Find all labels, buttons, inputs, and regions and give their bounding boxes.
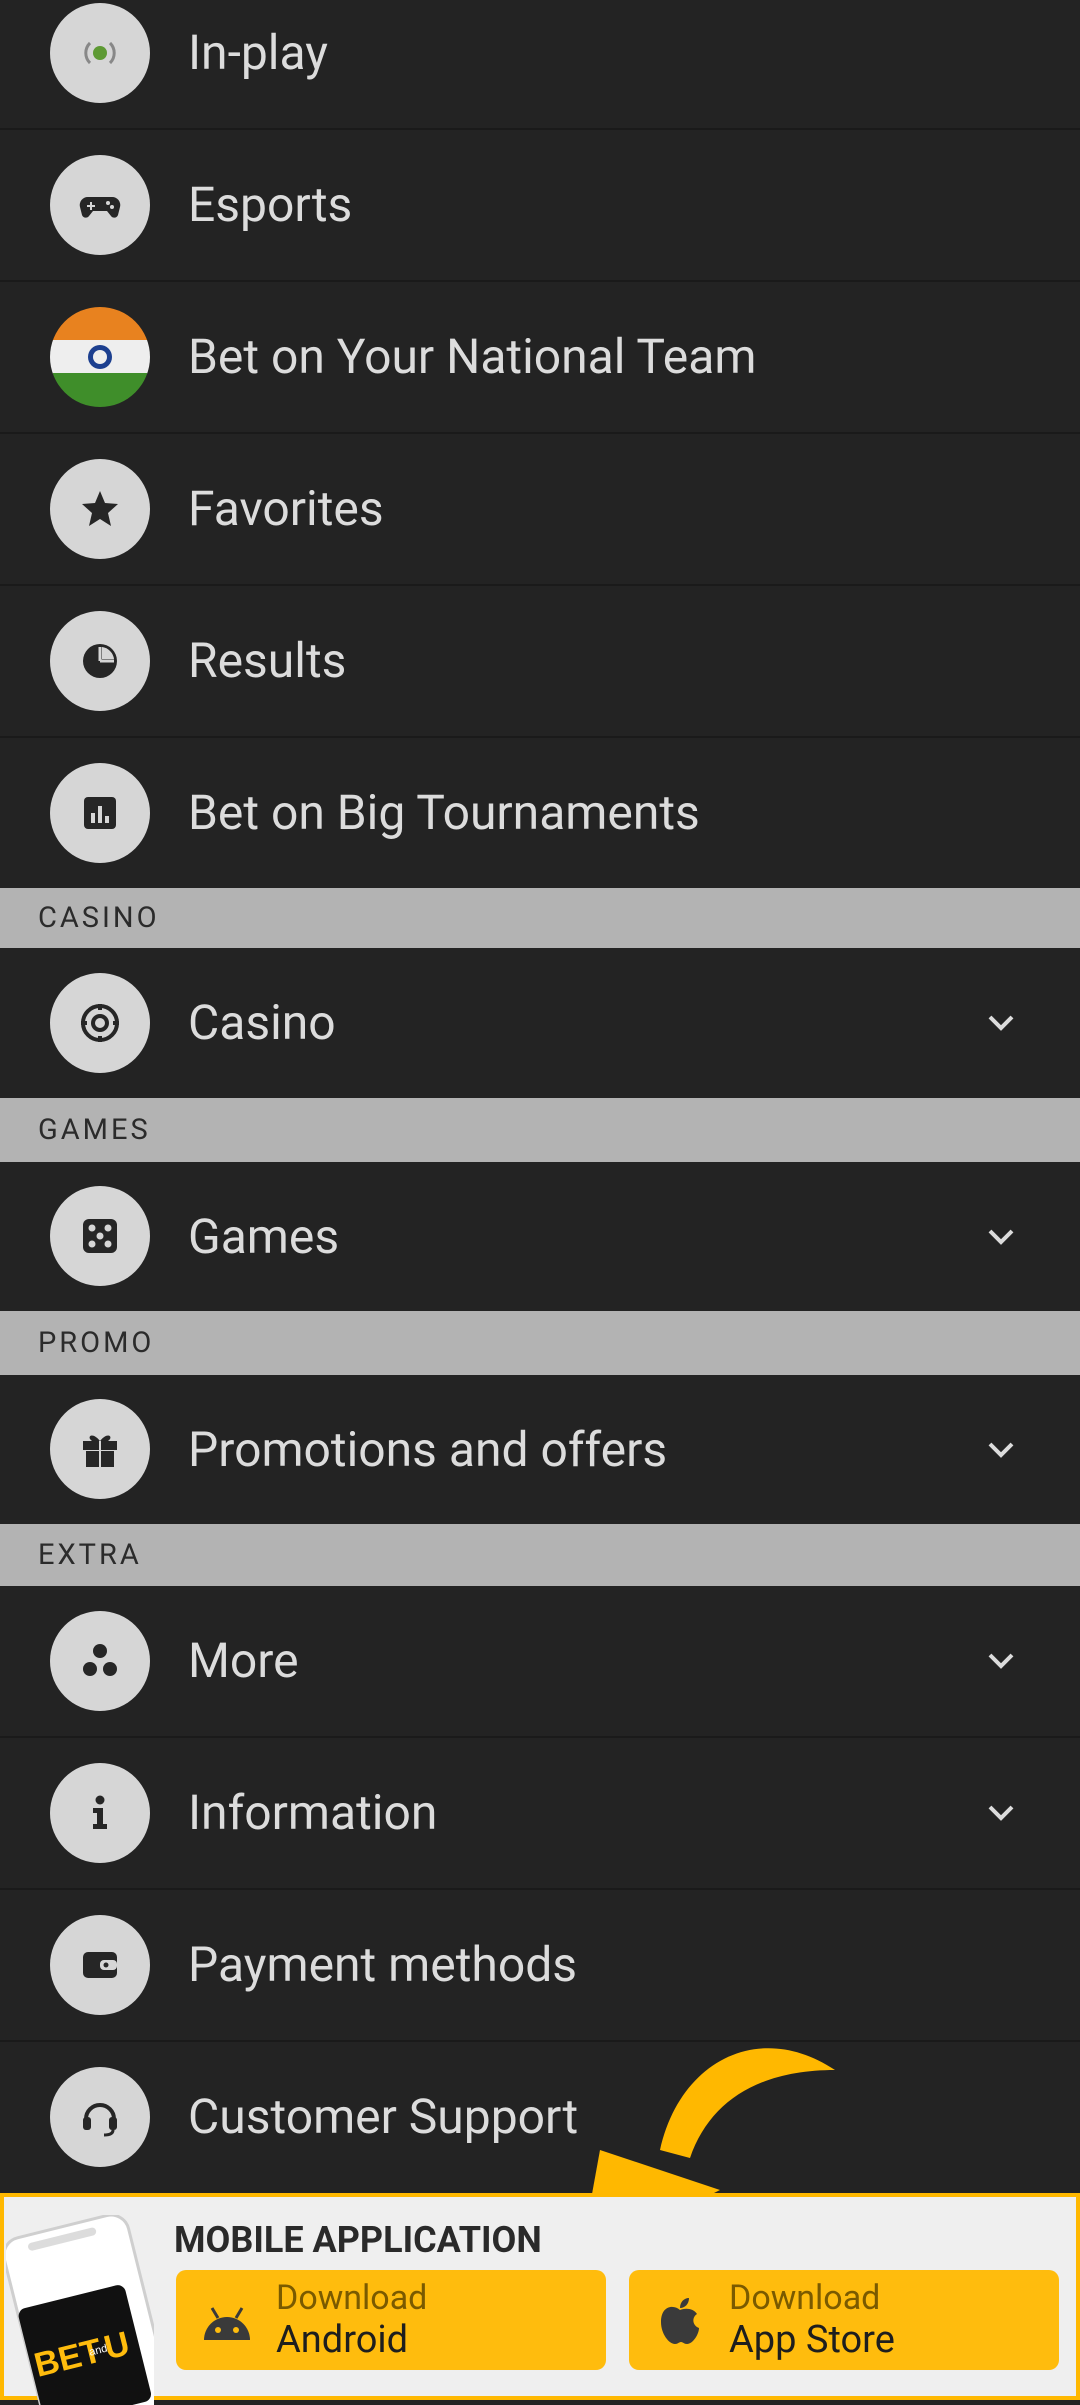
- dice-icon: [50, 1186, 150, 1286]
- menu-item-promotions[interactable]: Promotions and offers: [0, 1375, 1080, 1524]
- chevron-down-icon[interactable]: [984, 1796, 1018, 1830]
- menu-label: More: [188, 1632, 299, 1689]
- menu-item-esports[interactable]: Esports: [0, 130, 1080, 282]
- android-icon: [204, 2307, 250, 2340]
- menu-label: Results: [188, 632, 347, 689]
- menu-label: Bet on Big Tournaments: [188, 784, 700, 841]
- bar-chart-icon: [50, 763, 150, 863]
- menu-item-casino[interactable]: Casino: [0, 948, 1080, 1098]
- download-android-label: Android: [276, 2318, 409, 2362]
- banner-title: MOBILE APPLICATION: [174, 2219, 542, 2261]
- menu-label: Casino: [188, 994, 336, 1051]
- download-android-button[interactable]: Download Android: [176, 2270, 606, 2370]
- section-header-extra: EXTRA: [0, 1524, 1080, 1586]
- menu-label: Bet on Your National Team: [188, 328, 757, 385]
- menu-item-support[interactable]: Customer Support: [0, 2042, 1080, 2194]
- menu-item-favorites[interactable]: Favorites: [0, 434, 1080, 586]
- section-header-promo: PROMO: [0, 1311, 1080, 1375]
- menu-item-games[interactable]: Games: [0, 1162, 1080, 1311]
- download-android-small: Download: [276, 2278, 428, 2318]
- menu-label: Promotions and offers: [188, 1421, 668, 1478]
- menu-label: Customer Support: [188, 2088, 579, 2145]
- menu-item-tournaments[interactable]: Bet on Big Tournaments: [0, 738, 1080, 888]
- casino-chip-icon: [50, 973, 150, 1073]
- gift-icon: [50, 1399, 150, 1499]
- menu-item-national-team[interactable]: Bet on Your National Team: [0, 282, 1080, 434]
- live-icon: [50, 3, 150, 103]
- three-dots-icon: [50, 1611, 150, 1711]
- mobile-app-banner: BET and U MOBILE APPLICATION Download An…: [0, 2193, 1080, 2405]
- section-header-casino: CASINO: [0, 888, 1080, 948]
- menu-label: Esports: [188, 176, 353, 233]
- menu-item-more[interactable]: More: [0, 1586, 1080, 1738]
- menu-item-results[interactable]: Results: [0, 586, 1080, 738]
- headset-icon: [50, 2067, 150, 2167]
- chevron-down-icon[interactable]: [984, 1006, 1018, 1040]
- india-flag-icon: [50, 307, 150, 407]
- menu-label: Payment methods: [188, 1936, 578, 1993]
- apple-icon: [661, 2298, 699, 2344]
- menu-item-inplay[interactable]: In-play: [0, 0, 1080, 130]
- pie-chart-icon: [50, 611, 150, 711]
- menu-item-payment[interactable]: Payment methods: [0, 1890, 1080, 2042]
- menu-item-information[interactable]: Information: [0, 1738, 1080, 1890]
- download-appstore-label: App Store: [729, 2318, 895, 2362]
- phone-illustration: BET and U: [6, 2215, 154, 2405]
- chevron-down-icon[interactable]: [984, 1644, 1018, 1678]
- menu-label: Games: [188, 1208, 340, 1265]
- chevron-down-icon[interactable]: [984, 1220, 1018, 1254]
- info-icon: [50, 1763, 150, 1863]
- download-appstore-small: Download: [729, 2278, 881, 2318]
- menu-label: In-play: [188, 24, 328, 81]
- star-icon: [50, 459, 150, 559]
- chevron-down-icon[interactable]: [984, 1433, 1018, 1467]
- download-appstore-button[interactable]: Download App Store: [629, 2270, 1059, 2370]
- gamepad-icon: [50, 155, 150, 255]
- menu-label: Favorites: [188, 480, 384, 537]
- menu-label: Information: [188, 1784, 438, 1841]
- wallet-icon: [50, 1915, 150, 2015]
- section-header-games: GAMES: [0, 1098, 1080, 1162]
